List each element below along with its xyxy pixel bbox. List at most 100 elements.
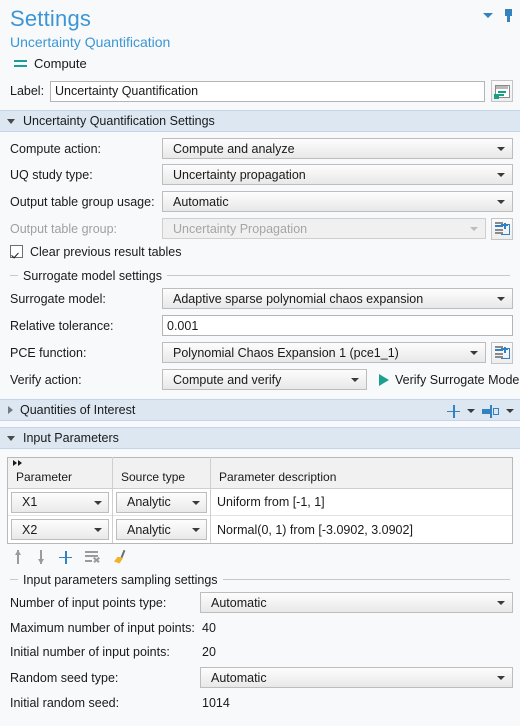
random-seed-type-value: Automatic: [211, 670, 267, 685]
new-output-table-button[interactable]: [491, 217, 513, 240]
label-input[interactable]: [50, 80, 485, 102]
row-number-of-input-points-type: Number of input points type: Automatic: [0, 589, 520, 616]
number-of-input-points-type-select[interactable]: Automatic: [200, 592, 513, 613]
toggle-columns-icon[interactable]: [482, 404, 499, 418]
row-uq-study-type: UQ study type: Uncertainty propagation: [0, 161, 520, 188]
verify-surrogate-model-button[interactable]: Verify Surrogate Model: [379, 373, 520, 387]
chevron-down-icon: [94, 528, 102, 532]
source-type-select[interactable]: Analytic: [116, 519, 207, 540]
compute-action-value: Compute and analyze: [173, 141, 295, 156]
label-row: Label:: [0, 77, 520, 110]
verify-action-select[interactable]: Compute and verify: [162, 369, 367, 390]
row-label: Relative tolerance:: [10, 318, 114, 333]
column-label: Parameter: [16, 470, 73, 484]
relative-tolerance-input[interactable]: [162, 315, 513, 336]
plus-icon[interactable]: [59, 550, 72, 564]
uq-study-type-select[interactable]: Uncertainty propagation: [162, 164, 513, 185]
chevron-down-icon: [497, 676, 505, 680]
label-caption: Label:: [10, 84, 45, 98]
section-header-uq-settings[interactable]: Uncertainty Quantification Settings: [0, 110, 520, 132]
page-title: Settings: [10, 6, 92, 31]
cell-parameter-description[interactable]: Normal(0, 1) from [-3.0902, 3.0902]: [211, 516, 512, 543]
row-initial-random-seed: Initial random seed: 1014: [0, 691, 520, 715]
row-verify-action: Verify action: Compute and verify Verify…: [0, 366, 520, 393]
titlebar-tools: [483, 9, 514, 22]
cell-parameter: X2: [8, 516, 113, 543]
surrogate-model-value: Adaptive sparse polynomial chaos expansi…: [173, 291, 424, 306]
section-header-quantities-of-interest[interactable]: Quantities of Interest: [0, 399, 520, 421]
section-title: Input Parameters: [23, 431, 119, 445]
cell-parameter-description[interactable]: Uniform from [-1, 1]: [211, 489, 512, 516]
pce-function-select[interactable]: Polynomial Chaos Expansion 1 (pce1_1): [162, 342, 486, 363]
source-type-value: Analytic: [127, 495, 171, 509]
clear-previous-result-tables-row[interactable]: Clear previous result tables: [0, 242, 520, 264]
chevron-down-icon: [94, 500, 102, 505]
section-title: Uncertainty Quantification Settings: [23, 114, 215, 128]
chevron-down-icon: [497, 297, 505, 301]
chevron-down-icon: [192, 528, 200, 532]
row-maximum-number-of-input-points: Maximum number of input points: 40: [0, 616, 520, 640]
initial-number-of-input-points-value: 20: [202, 645, 216, 659]
random-seed-type-select[interactable]: Automatic: [200, 667, 513, 688]
cell-source-type: Analytic: [113, 516, 211, 543]
double-chevron-right-icon[interactable]: [13, 460, 22, 466]
surrogate-model-select[interactable]: Adaptive sparse polynomial chaos expansi…: [162, 288, 513, 309]
new-table-icon: [494, 345, 510, 360]
node-breadcrumb: Compute: [0, 52, 520, 77]
row-label: Maximum number of input points:: [10, 621, 195, 635]
row-output-table-group-usage: Output table group usage: Automatic: [0, 188, 520, 215]
label-form-button[interactable]: [491, 80, 513, 102]
table-row[interactable]: X1 Analytic Uniform from [-1, 1]: [8, 488, 512, 516]
verify-action-value: Compute and verify: [173, 372, 282, 387]
arrow-down-icon[interactable]: [36, 550, 46, 564]
compute-action-select[interactable]: Compute and analyze: [162, 138, 513, 159]
group-sampling-settings: Input parameters sampling settings: [0, 568, 520, 589]
arrow-up-icon[interactable]: [13, 550, 23, 564]
parameter-select[interactable]: X2: [11, 519, 109, 540]
parameter-value: X1: [22, 495, 38, 509]
pin-icon[interactable]: [503, 9, 514, 22]
row-random-seed-type: Random seed type: Automatic: [0, 664, 520, 691]
row-label: Output table group:: [10, 221, 118, 236]
group-title: Surrogate model settings: [23, 268, 162, 283]
clear-list-icon[interactable]: [85, 550, 100, 564]
node-label: Compute: [34, 56, 87, 71]
row-label: Number of input points type:: [10, 595, 167, 610]
parameter-select[interactable]: X1: [11, 491, 109, 513]
section-header-input-parameters[interactable]: Input Parameters: [0, 427, 520, 449]
caret-down-icon[interactable]: [483, 13, 493, 18]
input-parameters-table: Parameter Source type Parameter descript…: [7, 457, 513, 544]
play-icon: [379, 373, 389, 386]
chevron-down-icon: [497, 147, 505, 151]
maximum-number-of-input-points-value: 40: [202, 621, 216, 635]
new-pce-function-button[interactable]: [491, 341, 513, 364]
column-label: Parameter description: [219, 470, 337, 484]
table-row[interactable]: X2 Analytic Normal(0, 1) from [-3.0902, …: [8, 516, 512, 543]
section-title: Quantities of Interest: [20, 403, 136, 417]
chevron-down-icon: [351, 378, 359, 382]
plus-icon[interactable]: [447, 404, 460, 418]
row-label: Compute action:: [10, 141, 102, 156]
input-parameters-toolbar: [0, 544, 520, 568]
settings-titlebar: Settings Uncertainty Quantification: [0, 0, 520, 52]
row-label: Initial number of input points:: [10, 645, 170, 659]
table-header-row: Parameter Source type Parameter descript…: [8, 457, 512, 489]
chevron-down-icon: [470, 227, 478, 231]
source-type-select[interactable]: Analytic: [116, 491, 207, 513]
uq-settings-body: Compute action: Compute and analyze UQ s…: [0, 132, 520, 393]
group-surrogate-model-settings: Surrogate model settings: [0, 264, 520, 285]
parameter-value: X2: [22, 522, 38, 537]
row-output-table-group: Output table group: Uncertainty Propagat…: [0, 215, 520, 242]
broom-icon[interactable]: [113, 549, 128, 565]
clear-previous-result-tables-checkbox[interactable]: [10, 245, 23, 258]
caret-down-icon[interactable]: [467, 409, 475, 413]
caret-down-icon[interactable]: [506, 409, 514, 413]
output-table-group-select: Uncertainty Propagation: [162, 218, 486, 239]
output-table-group-usage-select[interactable]: Automatic: [162, 191, 513, 212]
chevron-down-icon: [7, 118, 15, 124]
column-header-parameter-description[interactable]: Parameter description: [211, 457, 512, 488]
form-window-icon: [493, 84, 510, 99]
column-header-source-type[interactable]: Source type: [113, 457, 211, 488]
column-header-parameter[interactable]: Parameter: [8, 457, 113, 488]
equals-icon: [14, 59, 27, 68]
